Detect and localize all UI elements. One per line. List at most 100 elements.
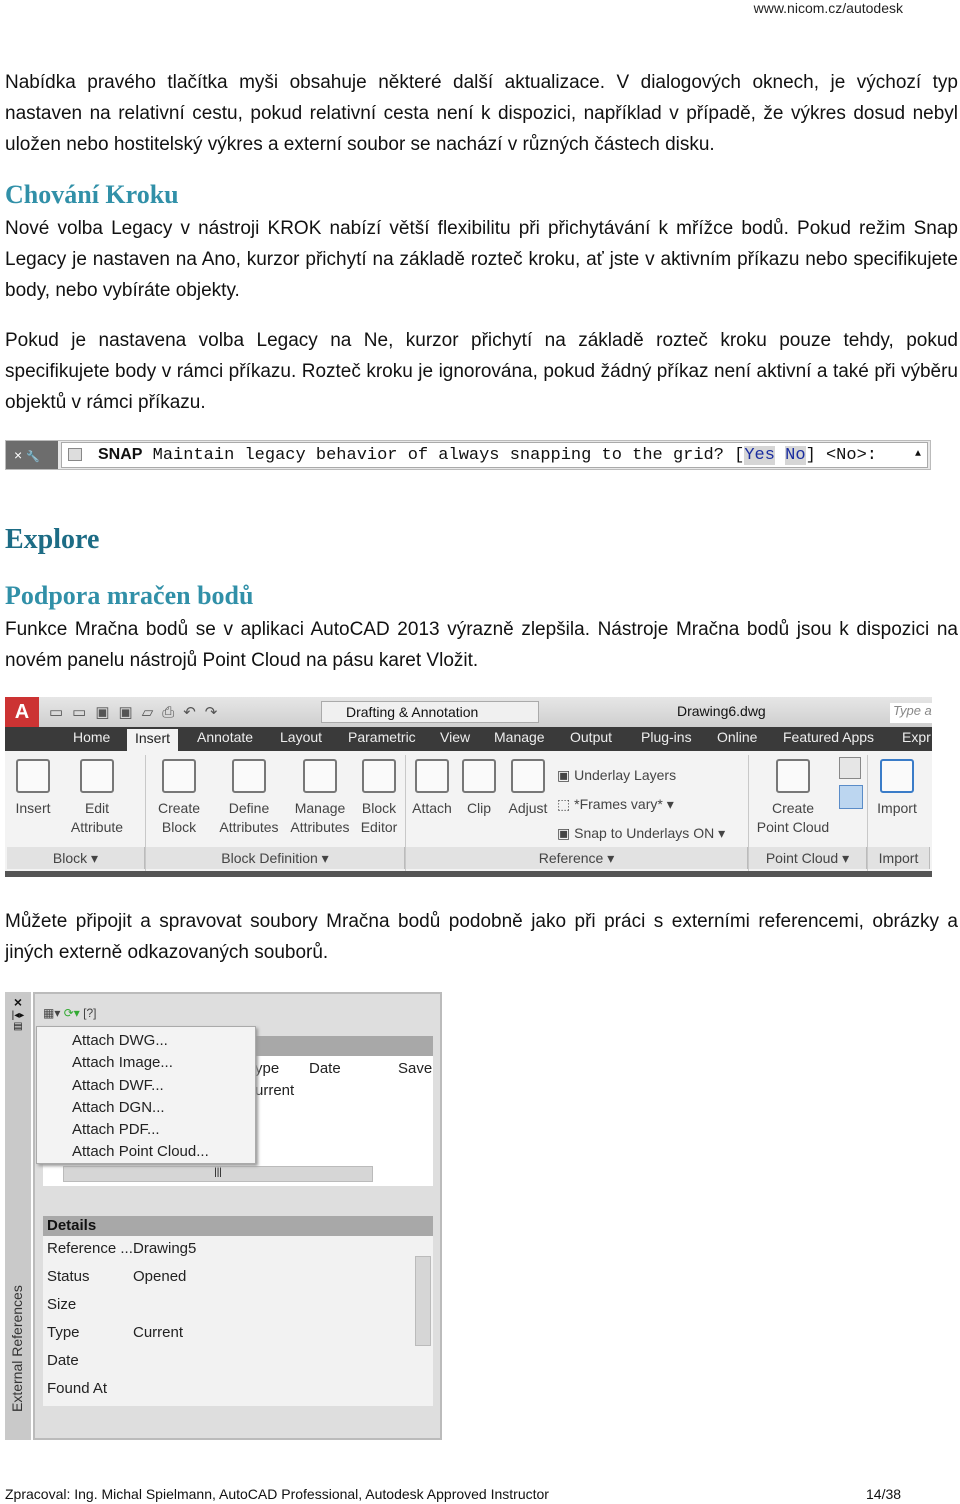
ribbon-screenshot: A ▭▭▣▣▱⎙↶↷ Drafting & Annotation Drawing… xyxy=(5,697,932,877)
create-block-button[interactable]: Create Block xyxy=(155,759,203,837)
detail-label: Reference ... xyxy=(47,1240,133,1257)
tab-plugins[interactable]: Plug-ins xyxy=(641,729,692,745)
tab-featured-apps[interactable]: Featured Apps xyxy=(783,729,874,745)
help-icon[interactable]: [?] xyxy=(83,1006,96,1020)
menu-item-attach-pdf[interactable]: Attach PDF... xyxy=(72,1119,255,1141)
header-url: www.nicom.cz/autodesk xyxy=(753,0,903,16)
attach-button[interactable]: Attach xyxy=(409,759,455,818)
close-icon[interactable]: × xyxy=(14,447,22,463)
paragraph: Nové volba Legacy v nástroji KROK nabízí… xyxy=(5,218,958,301)
attach-menu: Attach DWG... Attach Image... Attach DWF… xyxy=(36,1026,256,1164)
panel-reference[interactable]: Reference ▾ xyxy=(406,847,748,869)
palette-title: External References xyxy=(9,1285,25,1412)
refresh-icon[interactable]: ⟳▾ xyxy=(64,1006,80,1020)
panel-point-cloud[interactable]: Point Cloud ▾ xyxy=(749,847,867,869)
adjust-icon xyxy=(511,759,545,793)
point-cloud-refresh-icon[interactable] xyxy=(839,785,863,809)
tab-parametric[interactable]: Parametric xyxy=(348,729,416,745)
palette-title-bar[interactable]: × |◂▸ ▤ External References xyxy=(5,992,31,1440)
block-editor-button[interactable]: Block Editor xyxy=(357,759,401,837)
option-yes[interactable]: Yes xyxy=(744,446,775,465)
paragraph: Můžete připojit a spravovat soubory Mrač… xyxy=(5,911,958,963)
detail-value: Drawing5 xyxy=(133,1240,197,1257)
search-input[interactable]: Type a xyxy=(890,703,932,723)
command-line: × 🔧 SNAP Maintain legacy behavior of alw… xyxy=(5,440,931,470)
heading-point-cloud: Podpora mračen bodů xyxy=(5,581,254,610)
drawing-title: Drawing6.dwg xyxy=(677,703,766,719)
autohide-icon[interactable]: |◂▸ xyxy=(5,1010,31,1021)
palette-toolbar: ▦▾ ⟳▾ [?] xyxy=(43,1006,119,1024)
insert-button[interactable]: Insert xyxy=(11,759,55,818)
create-point-cloud-button[interactable]: Create Point Cloud xyxy=(753,759,833,837)
tab-view[interactable]: View xyxy=(440,729,470,745)
frames-dropdown[interactable]: ⬚ *Frames vary* ▾ xyxy=(557,790,725,819)
detail-label: Status xyxy=(47,1268,90,1285)
underlay-layers-button[interactable]: ▣ Underlay Layers xyxy=(557,761,725,790)
tab-manage[interactable]: Manage xyxy=(494,729,545,745)
column-type[interactable]: ype xyxy=(255,1060,279,1077)
attach-dropdown-icon[interactable]: ▦▾ xyxy=(43,1006,60,1020)
manage-attributes-icon xyxy=(303,759,337,793)
menu-item-attach-dwf[interactable]: Attach DWF... xyxy=(72,1075,255,1097)
manage-attributes-button[interactable]: Manage Attributes xyxy=(287,759,353,837)
paragraph: Pokud je nastavena volba Legacy na Ne, k… xyxy=(5,330,958,413)
clip-button[interactable]: Clip xyxy=(461,759,497,818)
tab-home[interactable]: Home xyxy=(73,729,110,745)
quick-access-icons[interactable]: ▭▭▣▣▱⎙↶↷ xyxy=(49,703,226,721)
import-button[interactable]: Import xyxy=(871,759,923,818)
horizontal-scrollbar[interactable]: ||| xyxy=(63,1166,373,1182)
attach-icon xyxy=(415,759,449,793)
vertical-scrollbar[interactable] xyxy=(415,1256,431,1346)
heading-explore: Explore xyxy=(5,524,100,555)
adjust-button[interactable]: Adjust xyxy=(505,759,551,818)
detail-value: Current xyxy=(133,1324,184,1341)
panel-import[interactable]: Import xyxy=(868,847,930,869)
tab-layout[interactable]: Layout xyxy=(280,729,322,745)
page-number: 14/38 xyxy=(866,1486,902,1502)
cell-type: urrent xyxy=(255,1082,295,1099)
command-input[interactable]: SNAP Maintain legacy behavior of always … xyxy=(61,442,928,468)
column-date[interactable]: Date xyxy=(309,1060,341,1077)
paragraph: Funkce Mračna bodů se v aplikaci AutoCAD… xyxy=(5,619,958,671)
paragraph: Nabídka pravého tlačítka myši obsahuje n… xyxy=(5,72,958,155)
tag-edit-icon xyxy=(80,759,114,793)
option-no[interactable]: No xyxy=(785,446,806,465)
tab-online[interactable]: Online xyxy=(717,729,757,745)
detail-label: Type xyxy=(47,1324,80,1341)
tab-insert[interactable]: Insert xyxy=(127,729,179,751)
menu-item-attach-dgn[interactable]: Attach DGN... xyxy=(72,1097,255,1119)
command-suffix: ] <No>: xyxy=(805,446,877,465)
workspace-dropdown[interactable]: Drafting & Annotation xyxy=(321,701,539,723)
command-line-controls: × 🔧 xyxy=(6,441,58,469)
scroll-up-icon[interactable]: ▲ xyxy=(915,443,921,467)
app-menu-button[interactable]: A xyxy=(5,697,39,727)
panel-block-definition[interactable]: Block Definition ▾ xyxy=(146,847,405,869)
define-attributes-button[interactable]: Define Attributes xyxy=(215,759,283,837)
command-name: SNAP xyxy=(98,446,143,463)
column-saved[interactable]: Save xyxy=(398,1060,432,1077)
clip-icon xyxy=(462,759,496,793)
edit-attribute-button[interactable]: Edit Attribute xyxy=(65,759,129,837)
command-prompt: Maintain legacy behavior of always snapp… xyxy=(152,446,745,465)
close-icon[interactable]: × xyxy=(5,994,31,1010)
footer-author: Zpracoval: Ing. Michal Spielmann, AutoCA… xyxy=(5,1486,549,1502)
menu-item-attach-image[interactable]: Attach Image... xyxy=(72,1052,255,1074)
tab-annotate[interactable]: Annotate xyxy=(197,729,253,745)
tab-output[interactable]: Output xyxy=(570,729,612,745)
block-editor-icon xyxy=(362,759,396,793)
menu-item-attach-dwg[interactable]: Attach DWG... xyxy=(72,1030,255,1052)
quick-access-toolbar: A ▭▭▣▣▱⎙↶↷ Drafting & Annotation Drawing… xyxy=(5,697,932,727)
tag-icon xyxy=(232,759,266,793)
menu-item-attach-point-cloud[interactable]: Attach Point Cloud... xyxy=(72,1141,255,1163)
wrench-icon[interactable]: 🔧 xyxy=(26,451,40,463)
snap-underlays-dropdown[interactable]: ▣ Snap to Underlays ON ▾ xyxy=(557,819,725,848)
ribbon-tabs: Home Insert Annotate Layout Parametric V… xyxy=(5,727,932,751)
command-icon xyxy=(68,448,82,461)
detail-label: Size xyxy=(47,1296,77,1313)
properties-icon[interactable]: ▤ xyxy=(5,1021,31,1032)
create-block-icon xyxy=(162,759,196,793)
tab-express[interactable]: Expr xyxy=(902,729,931,745)
details-panel: Reference ... Drawing5 Status Opened Size … xyxy=(43,1236,433,1406)
point-cloud-attach-icon[interactable] xyxy=(839,757,861,779)
panel-block[interactable]: Block ▾ xyxy=(7,847,145,869)
